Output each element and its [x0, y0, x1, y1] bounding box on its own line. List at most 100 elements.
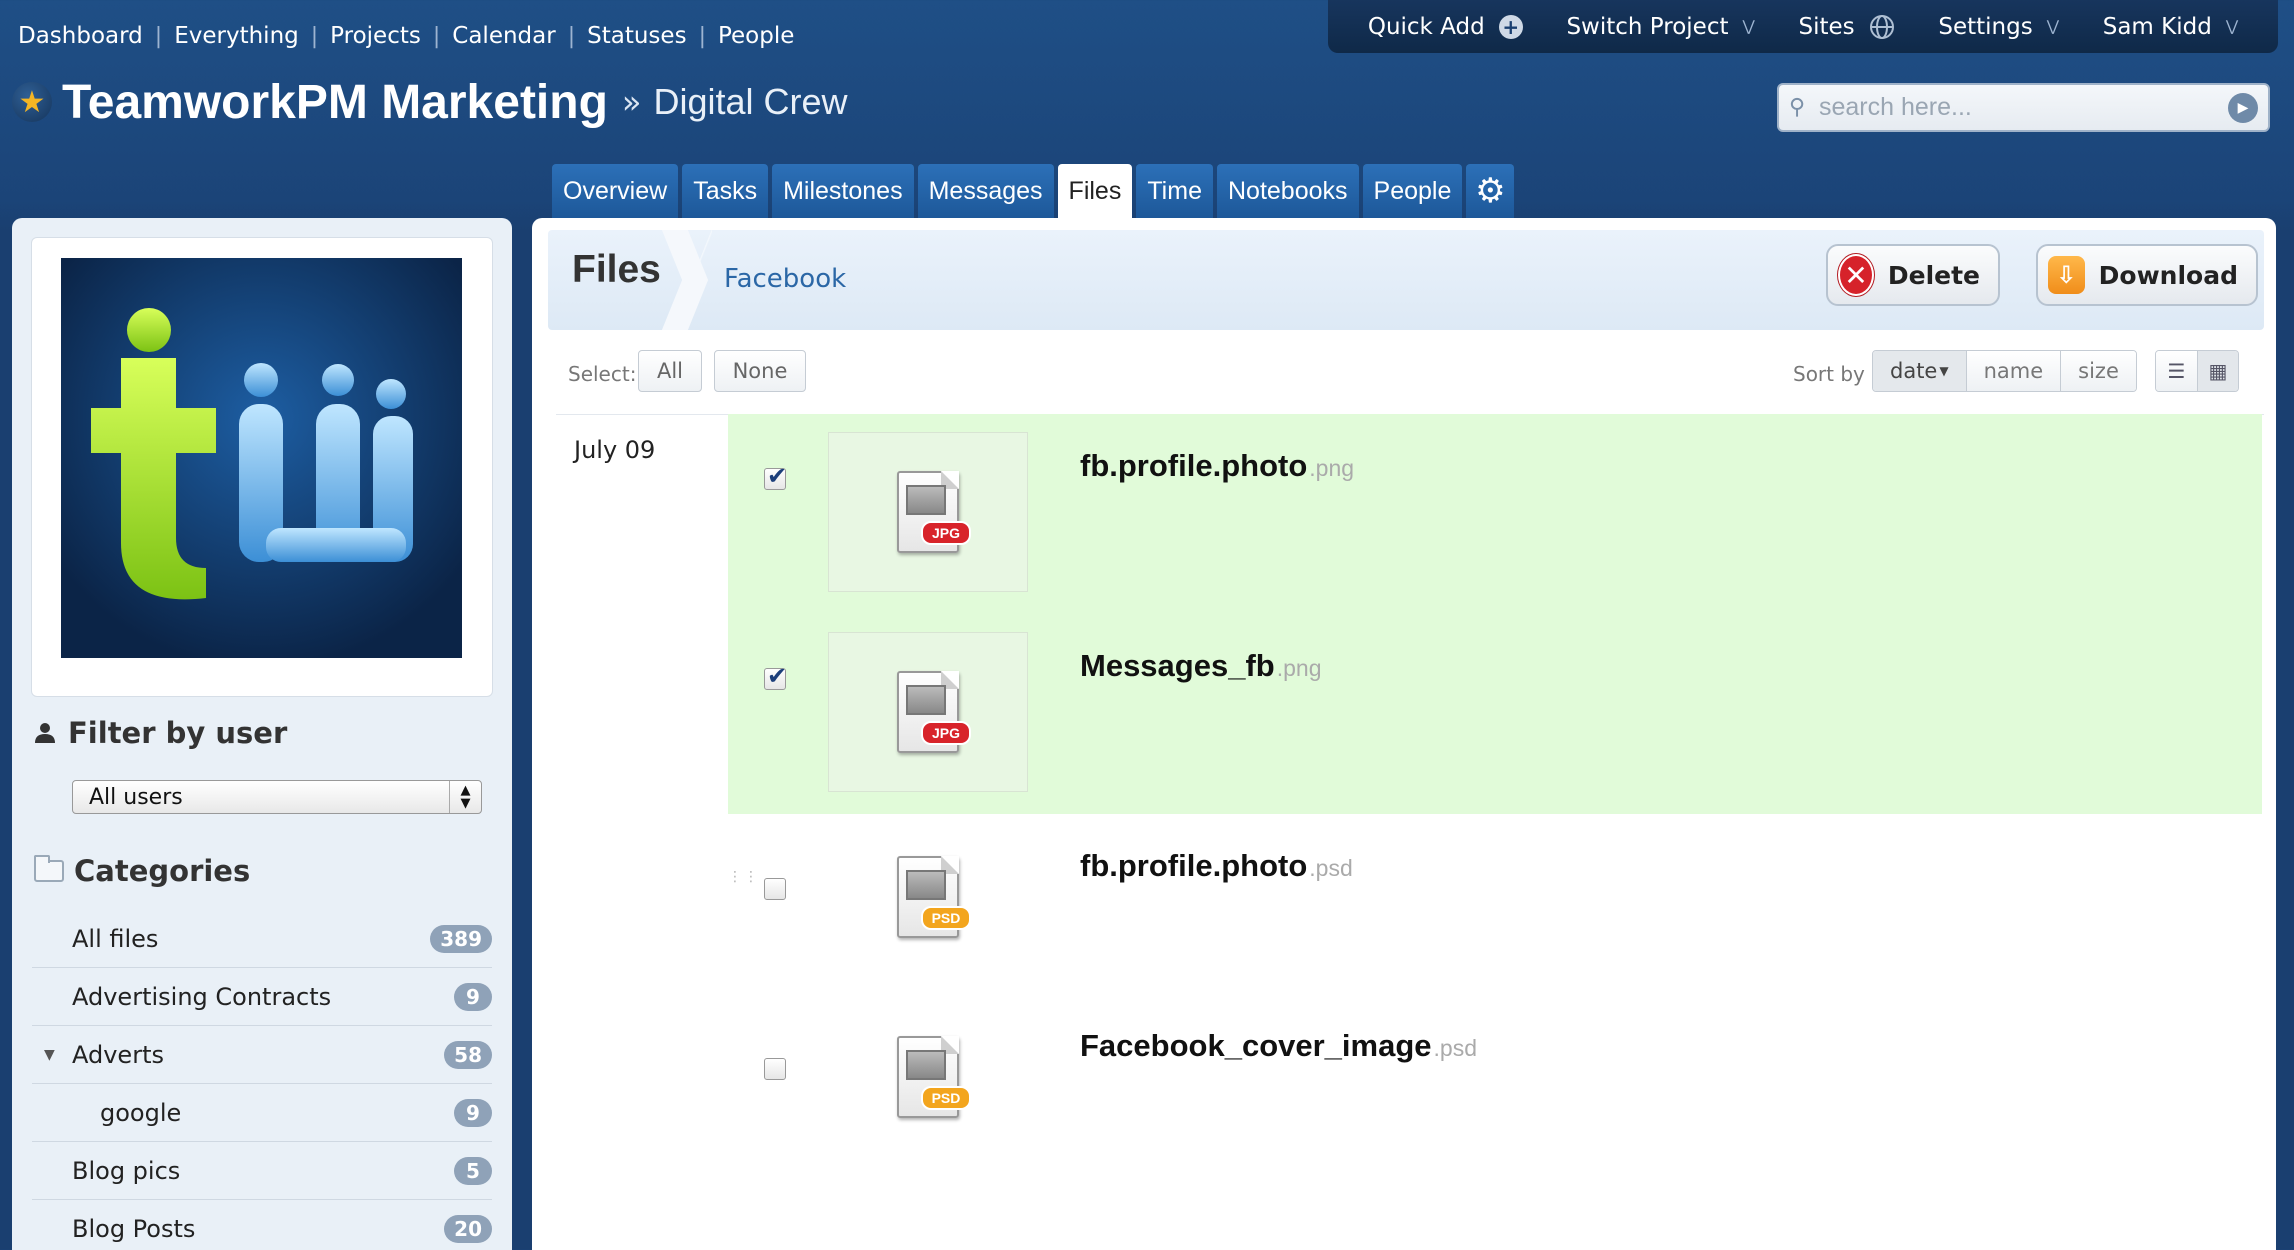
category-item[interactable]: google 9	[32, 1084, 492, 1142]
file-name-text: fb.profile.photo	[1080, 448, 1308, 483]
file-thumbnail[interactable]: JPG	[828, 632, 1028, 792]
download-label: Download	[2098, 260, 2238, 290]
filter-by-user-heading: Filter by user	[34, 716, 287, 750]
category-list: All files 389 Advertising Contracts 9 ▼ …	[32, 910, 492, 1250]
file-row[interactable]: PSD Facebook_cover_image.psd	[728, 1012, 2262, 1212]
file-name-text: Messages_fb	[1080, 648, 1275, 683]
view-toggle: ☰ ▦	[2155, 350, 2239, 392]
nav-people[interactable]: People	[718, 23, 794, 49]
sites-menu[interactable]: Sites	[1799, 14, 1895, 40]
search-go-icon[interactable]: ▶	[2228, 92, 2258, 123]
category-label: Blog Posts	[72, 1214, 196, 1243]
category-label: Advertising Contracts	[72, 982, 332, 1011]
file-extension: .psd	[1433, 1035, 1477, 1061]
tab-files[interactable]: Files	[1057, 164, 1133, 218]
select-all-button[interactable]: All	[638, 350, 702, 392]
nav-dashboard[interactable]: Dashboard	[18, 23, 143, 49]
user-filter-select[interactable]: All users ▲ ▼	[72, 780, 482, 814]
file-name[interactable]: Messages_fb.png	[1080, 648, 1321, 684]
search-input[interactable]	[1819, 93, 2228, 122]
tab-milestones[interactable]: Milestones	[772, 164, 914, 218]
delete-button[interactable]: ✕ Delete	[1826, 244, 2000, 306]
tab-tasks[interactable]: Tasks	[682, 164, 769, 218]
list-view-icon[interactable]: ☰	[2156, 351, 2197, 391]
files-header: Files Facebook ✕ Delete ⇩ Download	[548, 230, 2264, 330]
category-item[interactable]: All files 389	[32, 910, 492, 968]
nav-projects[interactable]: Projects	[330, 23, 421, 49]
plus-circle-icon: +	[1498, 14, 1523, 39]
sort-size-button[interactable]: size	[2061, 351, 2136, 391]
file-thumbnail[interactable]: JPG	[828, 432, 1028, 592]
select-arrows-icon: ▲ ▼	[449, 781, 481, 813]
file-thumbnail[interactable]: PSD	[828, 832, 1028, 962]
tab-messages[interactable]: Messages	[917, 164, 1054, 218]
count-badge: 20	[444, 1214, 492, 1243]
file-name[interactable]: Facebook_cover_image.psd	[1080, 1028, 1477, 1064]
chevron-down-icon: ⋁	[2225, 17, 2239, 35]
project-logo	[61, 258, 462, 658]
file-checkbox[interactable]	[764, 462, 787, 490]
project-logo-card	[31, 237, 493, 697]
search-icon: ⚲	[1789, 95, 1806, 120]
sites-label: Sites	[1798, 13, 1855, 40]
tab-notebooks[interactable]: Notebooks	[1216, 164, 1359, 218]
tab-overview[interactable]: Overview	[552, 164, 679, 218]
nav-statuses[interactable]: Statuses	[587, 23, 686, 49]
filter-heading-label: Filter by user	[68, 716, 288, 750]
sort-name-button[interactable]: name	[1966, 351, 2062, 391]
star-icon[interactable]: ★	[12, 82, 52, 122]
gear-icon[interactable]: ⚙	[1466, 164, 1515, 218]
switch-project-menu[interactable]: Switch Project ⋁	[1566, 14, 1754, 40]
top-nav: Dashboard | Everything | Projects | Cale…	[18, 18, 794, 54]
file-name[interactable]: fb.profile.photo.png	[1080, 448, 1354, 484]
image-file-icon: JPG	[897, 471, 971, 553]
category-item[interactable]: Blog pics 5	[32, 1142, 492, 1200]
image-file-icon: PSD	[897, 1036, 971, 1118]
download-button[interactable]: ⇩ Download	[2036, 244, 2258, 306]
category-item[interactable]: Blog Posts 20	[32, 1200, 492, 1250]
nav-calendar[interactable]: Calendar	[452, 23, 555, 49]
drag-handle-icon[interactable]: ⋮⋮	[728, 870, 758, 884]
category-item[interactable]: ▼ Adverts 58	[32, 1026, 492, 1084]
category-item[interactable]: Advertising Contracts 9	[32, 968, 492, 1026]
user-filter-value: All users	[89, 784, 183, 810]
file-row[interactable]: JPG fb.profile.photo.png	[728, 432, 2262, 632]
tab-people[interactable]: People	[1362, 164, 1463, 218]
grid-view-icon[interactable]: ▦	[2197, 351, 2238, 391]
tab-time[interactable]: Time	[1136, 164, 1213, 218]
settings-label: Settings	[1938, 13, 2033, 40]
search-box: ⚲ ▶	[1777, 83, 2270, 132]
file-thumbnail[interactable]: PSD	[828, 1012, 1028, 1142]
file-checkbox[interactable]	[764, 1058, 786, 1080]
folder-icon	[34, 855, 64, 882]
count-badge: 9	[454, 982, 492, 1011]
file-row[interactable]: JPG Messages_fb.png	[728, 632, 2262, 832]
file-extension: .psd	[1309, 855, 1353, 881]
file-row[interactable]: ⋮⋮ PSD fb.profile.photo.psd	[728, 832, 2262, 1032]
file-type-badge: PSD	[921, 1086, 971, 1110]
settings-menu[interactable]: Settings ⋁	[1938, 14, 2059, 40]
expand-triangle-icon[interactable]: ▼	[44, 1047, 55, 1063]
sort-date-button[interactable]: date ▼	[1873, 351, 1967, 391]
count-badge: 5	[454, 1156, 492, 1185]
file-name-text: fb.profile.photo	[1080, 848, 1308, 883]
page-title: Files	[572, 248, 661, 291]
project-title[interactable]: TeamworkPM Marketing	[62, 75, 608, 130]
quick-add-button[interactable]: Quick Add +	[1368, 14, 1523, 40]
files-panel: Files Facebook ✕ Delete ⇩ Download Selec…	[532, 218, 2276, 1250]
user-menu[interactable]: Sam Kidd ⋁	[2103, 14, 2238, 40]
file-name[interactable]: fb.profile.photo.psd	[1080, 848, 1353, 884]
title-separator: »	[621, 83, 642, 121]
sort-label: Sort by	[1793, 362, 1865, 386]
user-icon	[35, 723, 55, 743]
breadcrumb-divider	[672, 230, 712, 330]
caret-down-icon: ▼	[1939, 364, 1949, 378]
file-type-badge: PSD	[921, 906, 971, 930]
select-none-button[interactable]: None	[714, 350, 806, 392]
image-file-icon: PSD	[897, 856, 971, 938]
nav-separator: |	[567, 23, 576, 49]
file-checkbox[interactable]	[764, 662, 787, 690]
nav-everything[interactable]: Everything	[174, 23, 299, 49]
file-checkbox[interactable]	[764, 878, 786, 900]
breadcrumb[interactable]: Facebook	[724, 264, 846, 294]
